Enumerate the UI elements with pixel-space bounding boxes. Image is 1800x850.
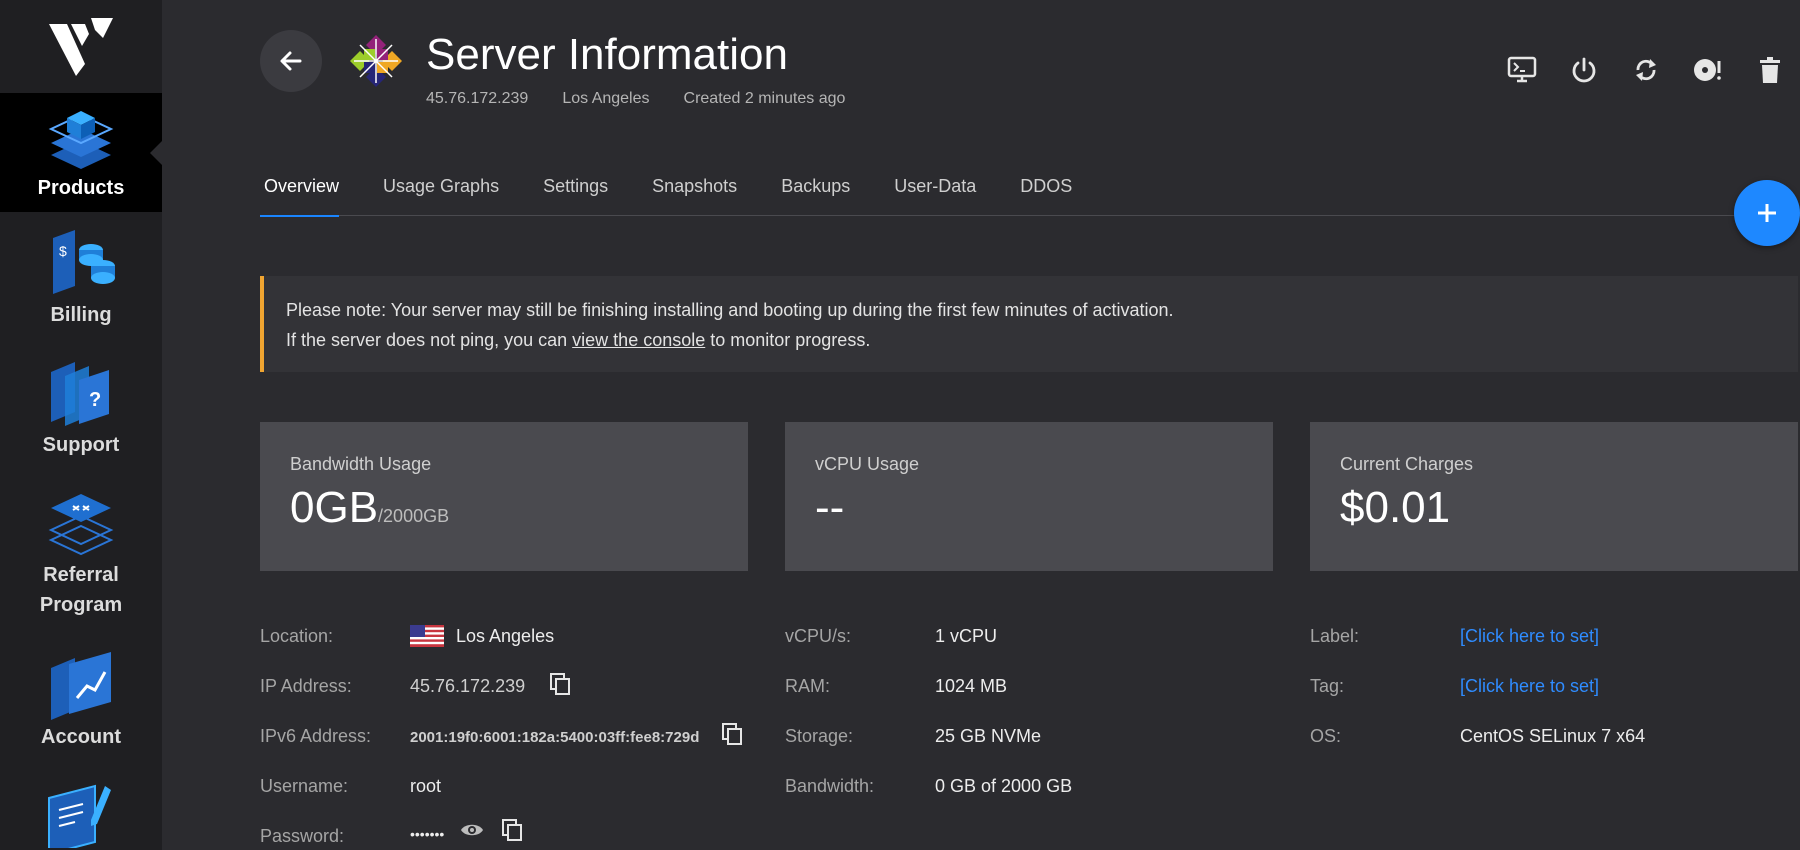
- storage-label: Storage:: [785, 726, 854, 746]
- set-tag-link[interactable]: [Click here to set]: [1460, 676, 1599, 697]
- restart-button[interactable]: [1630, 54, 1662, 86]
- sidebar-item-label: Support: [42, 434, 120, 456]
- tab-backups[interactable]: Backups: [759, 170, 872, 216]
- svg-text:$: $: [59, 243, 67, 259]
- products-icon: [48, 111, 114, 169]
- sidebar-item-referral[interactable]: Referral Program: [0, 488, 162, 628]
- os-label: OS:: [1310, 726, 1342, 746]
- sidebar-item-products[interactable]: Products: [0, 93, 162, 212]
- vcpu-usage-card: vCPU Usage --: [785, 422, 1273, 571]
- us-flag-icon: [410, 625, 444, 647]
- restart-icon: [1636, 59, 1656, 81]
- back-button[interactable]: [260, 30, 322, 92]
- tab-user-data[interactable]: User-Data: [872, 170, 998, 216]
- add-button[interactable]: [1734, 180, 1800, 246]
- power-icon: [1572, 57, 1596, 83]
- centos-logo-icon: [350, 35, 402, 87]
- password-label: Password:: [260, 826, 345, 846]
- billing-icon: $: [53, 230, 115, 294]
- sidebar-item-billing[interactable]: $ Billing: [0, 228, 162, 338]
- server-created: Created 2 minutes ago: [683, 90, 846, 107]
- tab-usage-graphs[interactable]: Usage Graphs: [361, 170, 521, 216]
- vcpus-label: vCPU/s:: [785, 626, 852, 646]
- ipv6-address-value: 2001:19f0:6001:182a:5400:03ff:fee8:729d: [410, 729, 700, 746]
- sidebar-item-label: Referral Program: [39, 564, 123, 616]
- card-value: $0.01: [1340, 483, 1451, 532]
- sidebar-item-support[interactable]: ? Support: [0, 358, 162, 468]
- eye-icon[interactable]: [460, 818, 484, 842]
- support-icon: ?: [51, 362, 109, 426]
- copy-icon[interactable]: [720, 722, 744, 746]
- tab-ddos[interactable]: DDOS: [998, 170, 1094, 216]
- ip-address-value: 45.76.172.239: [410, 676, 526, 696]
- server-location: Los Angeles: [562, 90, 650, 107]
- activation-notice: Please note: Your server may still be fi…: [260, 276, 1798, 372]
- storage-value: 25 GB NVMe: [935, 726, 1042, 746]
- username-value: root: [410, 776, 442, 796]
- vcpus-value: 1 vCPU: [935, 626, 998, 646]
- card-title: Bandwidth Usage: [290, 454, 432, 474]
- copy-icon[interactable]: [500, 818, 524, 842]
- server-ip: 45.76.172.239: [426, 90, 529, 107]
- bandwidth-total: /2000GB: [378, 506, 450, 526]
- card-title: vCPU Usage: [815, 454, 920, 474]
- delete-icon: [1760, 57, 1780, 83]
- page-title: Server Information: [426, 30, 788, 79]
- sidebar-item-label: Account: [41, 726, 121, 748]
- notice-line-1: Please note: Your server may still be fi…: [286, 300, 1174, 320]
- main-content: Server Information 45.76.172.239 Los Ang…: [162, 0, 1800, 850]
- sidebar-item-documentation[interactable]: [0, 776, 162, 850]
- ip-address-label: IP Address:: [260, 676, 352, 696]
- os-value: CentOS SELinux 7 x64: [1460, 726, 1646, 746]
- tag-label: Tag:: [1310, 676, 1345, 696]
- username-label: Username:: [260, 776, 349, 796]
- tab-bar: Overview Usage Graphs Settings Snapshots…: [260, 170, 1800, 217]
- sidebar-item-label: Billing: [50, 304, 112, 326]
- referral-icon: [48, 494, 114, 556]
- bandwidth-value: 0 GB of 2000 GB: [935, 776, 1073, 796]
- card-value: 0GB/2000GB: [290, 483, 748, 533]
- sidebar: Products $ Billing ? Support Referral Pr…: [0, 0, 162, 850]
- sidebar-item-account[interactable]: Account: [0, 650, 162, 760]
- bandwidth-label: Bandwidth:: [785, 776, 875, 796]
- reinstall-icon: [1694, 59, 1721, 81]
- tab-snapshots[interactable]: Snapshots: [630, 170, 759, 216]
- password-value: •••••••: [410, 826, 445, 842]
- vultr-logo[interactable]: [45, 16, 117, 76]
- console-button[interactable]: [1506, 54, 1538, 86]
- server-actions: [1506, 54, 1786, 86]
- console-icon: [1507, 56, 1537, 83]
- copy-icon[interactable]: [548, 672, 572, 696]
- view-console-link[interactable]: view the console: [572, 330, 705, 350]
- account-icon: [51, 652, 111, 720]
- bandwidth-used: 0GB: [290, 483, 379, 532]
- server-meta: 45.76.172.239 Los Angeles Created 2 minu…: [426, 90, 845, 108]
- plus-icon: [1758, 204, 1776, 222]
- reinstall-button[interactable]: [1692, 54, 1724, 86]
- notice-text: to monitor progress.: [705, 330, 871, 350]
- power-button[interactable]: [1568, 54, 1600, 86]
- ipv6-address-label: IPv6 Address:: [260, 726, 372, 746]
- arrow-left-icon: [280, 51, 302, 71]
- delete-button[interactable]: [1754, 54, 1786, 86]
- sidebar-item-label: Products: [37, 177, 125, 199]
- card-title: Current Charges: [1340, 454, 1474, 474]
- tab-overview[interactable]: Overview: [260, 170, 361, 217]
- label-label: Label:: [1310, 626, 1360, 646]
- bandwidth-usage-card: Bandwidth Usage 0GB/2000GB: [260, 422, 748, 571]
- svg-text:?: ?: [89, 389, 101, 411]
- ram-label: RAM:: [785, 676, 830, 696]
- location-value: Los Angeles: [456, 626, 555, 646]
- card-value: --: [815, 483, 845, 532]
- documentation-icon: [48, 784, 111, 848]
- tab-settings[interactable]: Settings: [521, 170, 630, 216]
- notice-line-2: If the server does not ping, you can vie…: [286, 325, 1798, 355]
- ram-value: 1024 MB: [935, 676, 1008, 696]
- current-charges-card: Current Charges $0.01: [1310, 422, 1798, 571]
- notice-text: If the server does not ping, you can: [286, 330, 573, 350]
- set-label-link[interactable]: [Click here to set]: [1460, 626, 1599, 647]
- location-label: Location:: [260, 626, 334, 646]
